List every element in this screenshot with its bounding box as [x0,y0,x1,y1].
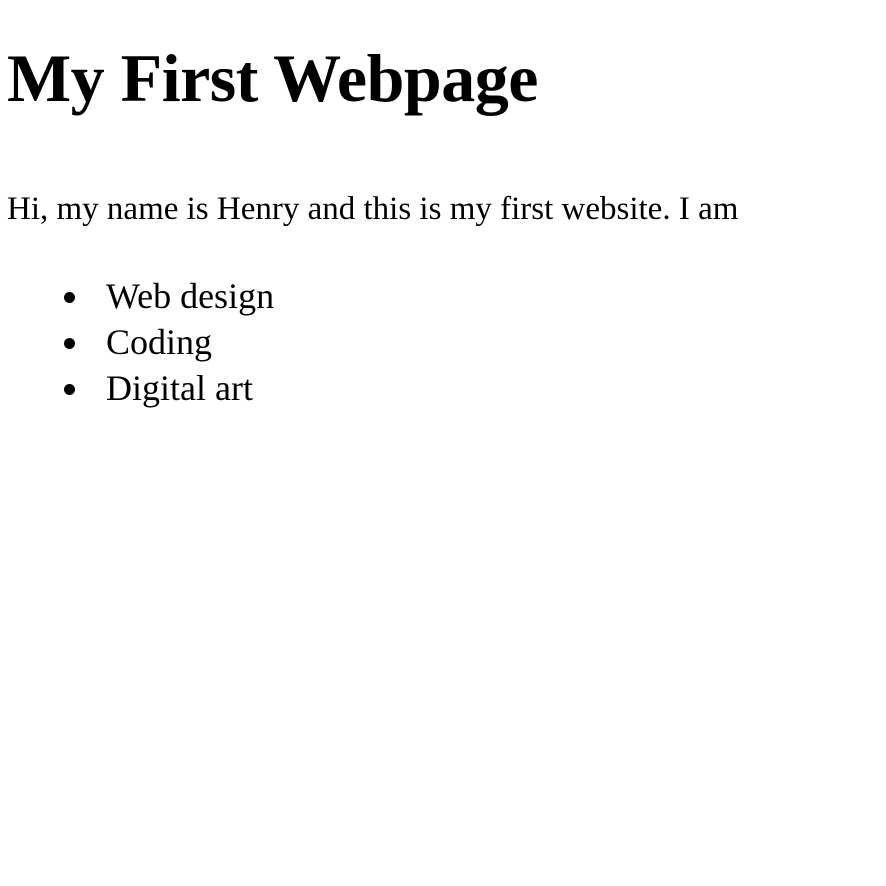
bullet-icon [64,292,75,303]
bullet-icon [64,384,75,395]
page-title: My First Webpage [7,40,538,116]
list-item-label: Coding [106,322,213,362]
bullet-icon [64,338,75,349]
intro-paragraph: Hi, my name is Henry and this is my firs… [7,191,739,227]
webpage: My First Webpage Hi, my name is Henry an… [0,0,886,886]
list-item-label: Web design [106,276,275,316]
list-item-label: Digital art [106,368,253,408]
